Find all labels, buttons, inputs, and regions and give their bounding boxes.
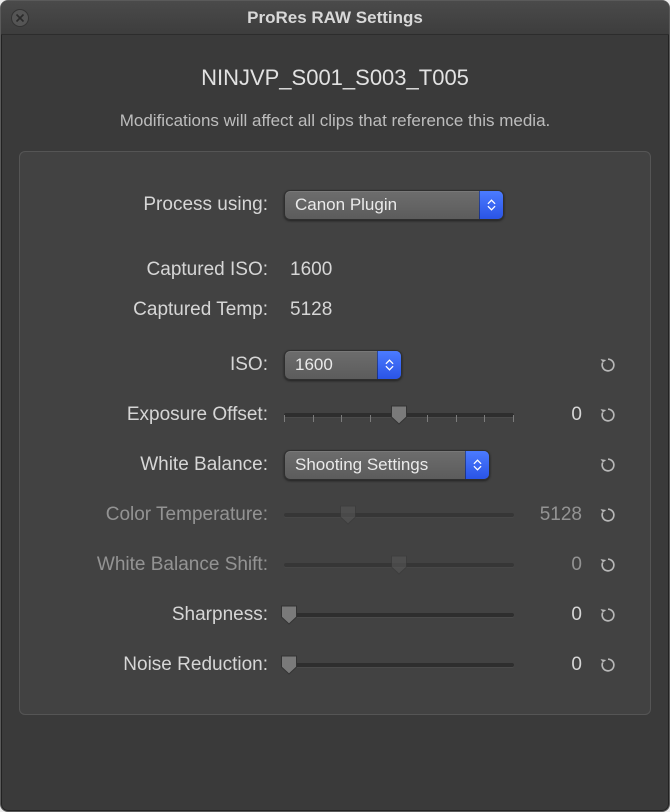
- row-process-using: Process using: Canon Plugin: [44, 180, 626, 230]
- undo-arrow-icon: [598, 405, 618, 425]
- close-icon: [15, 13, 25, 23]
- value-captured-temp: 5128: [284, 299, 514, 321]
- undo-arrow-icon: [598, 655, 618, 675]
- label-white-balance-shift: White Balance Shift:: [44, 554, 274, 576]
- label-noise-reduction: Noise Reduction:: [44, 654, 274, 676]
- row-captured-iso: Captured ISO: 1600: [44, 250, 626, 290]
- settings-window: ProRes RAW Settings NINJVP_S001_S003_T00…: [0, 0, 670, 812]
- titlebar: ProRes RAW Settings: [1, 1, 669, 35]
- noise-reduction-slider[interactable]: [284, 645, 514, 685]
- chevron-updown-icon: [479, 191, 503, 219]
- row-color-temperature: Color Temperature: 5128: [44, 490, 626, 540]
- label-white-balance: White Balance:: [44, 454, 274, 476]
- reset-white-balance-button[interactable]: [594, 451, 622, 479]
- undo-arrow-icon: [598, 505, 618, 525]
- slider-thumb[interactable]: [280, 655, 297, 675]
- iso-select[interactable]: 1600: [284, 350, 402, 380]
- chevron-updown-icon: [377, 351, 401, 379]
- label-process-using: Process using:: [44, 194, 274, 216]
- slider-thumb: [340, 505, 357, 525]
- row-noise-reduction: Noise Reduction: 0: [44, 640, 626, 690]
- settings-panel: Process using: Canon Plugin Captured ISO…: [19, 151, 651, 715]
- note-text: Modifications will affect all clips that…: [1, 111, 669, 131]
- value-exposure-offset: 0: [524, 404, 584, 426]
- row-white-balance: White Balance: Shooting Settings: [44, 440, 626, 490]
- process-using-select[interactable]: Canon Plugin: [284, 190, 504, 220]
- iso-value: 1600: [285, 355, 377, 375]
- row-sharpness: Sharpness: 0: [44, 590, 626, 640]
- reset-exposure-offset-button[interactable]: [594, 401, 622, 429]
- close-button[interactable]: [11, 9, 29, 27]
- reset-color-temperature-button[interactable]: [594, 501, 622, 529]
- value-white-balance-shift: 0: [524, 554, 584, 576]
- label-exposure-offset: Exposure Offset:: [44, 404, 274, 426]
- value-color-temperature: 5128: [524, 504, 584, 526]
- color-temperature-slider: [284, 495, 514, 535]
- label-captured-iso: Captured ISO:: [44, 259, 274, 281]
- row-exposure-offset: Exposure Offset: 0: [44, 390, 626, 440]
- label-color-temperature: Color Temperature:: [44, 504, 274, 526]
- undo-arrow-icon: [598, 605, 618, 625]
- reset-iso-button[interactable]: [594, 351, 622, 379]
- value-noise-reduction: 0: [524, 654, 584, 676]
- row-white-balance-shift: White Balance Shift: 0: [44, 540, 626, 590]
- exposure-offset-slider[interactable]: [284, 395, 514, 435]
- undo-arrow-icon: [598, 455, 618, 475]
- process-using-value: Canon Plugin: [285, 195, 479, 215]
- white-balance-shift-slider: [284, 545, 514, 585]
- reset-sharpness-button[interactable]: [594, 601, 622, 629]
- chevron-updown-icon: [465, 451, 489, 479]
- row-iso: ISO: 1600: [44, 340, 626, 390]
- sharpness-slider[interactable]: [284, 595, 514, 635]
- row-captured-temp: Captured Temp: 5128: [44, 290, 626, 330]
- slider-thumb[interactable]: [391, 405, 408, 425]
- undo-arrow-icon: [598, 555, 618, 575]
- reset-white-balance-shift-button[interactable]: [594, 551, 622, 579]
- window-title: ProRes RAW Settings: [247, 8, 423, 28]
- label-iso: ISO:: [44, 354, 274, 376]
- value-captured-iso: 1600: [284, 259, 514, 281]
- undo-arrow-icon: [598, 355, 618, 375]
- label-captured-temp: Captured Temp:: [44, 299, 274, 321]
- slider-thumb: [391, 555, 408, 575]
- reset-noise-reduction-button[interactable]: [594, 651, 622, 679]
- value-sharpness: 0: [524, 604, 584, 626]
- clip-name: NINJVP_S001_S003_T005: [1, 65, 669, 91]
- white-balance-select[interactable]: Shooting Settings: [284, 450, 490, 480]
- label-sharpness: Sharpness:: [44, 604, 274, 626]
- slider-thumb[interactable]: [280, 605, 297, 625]
- white-balance-value: Shooting Settings: [285, 455, 465, 475]
